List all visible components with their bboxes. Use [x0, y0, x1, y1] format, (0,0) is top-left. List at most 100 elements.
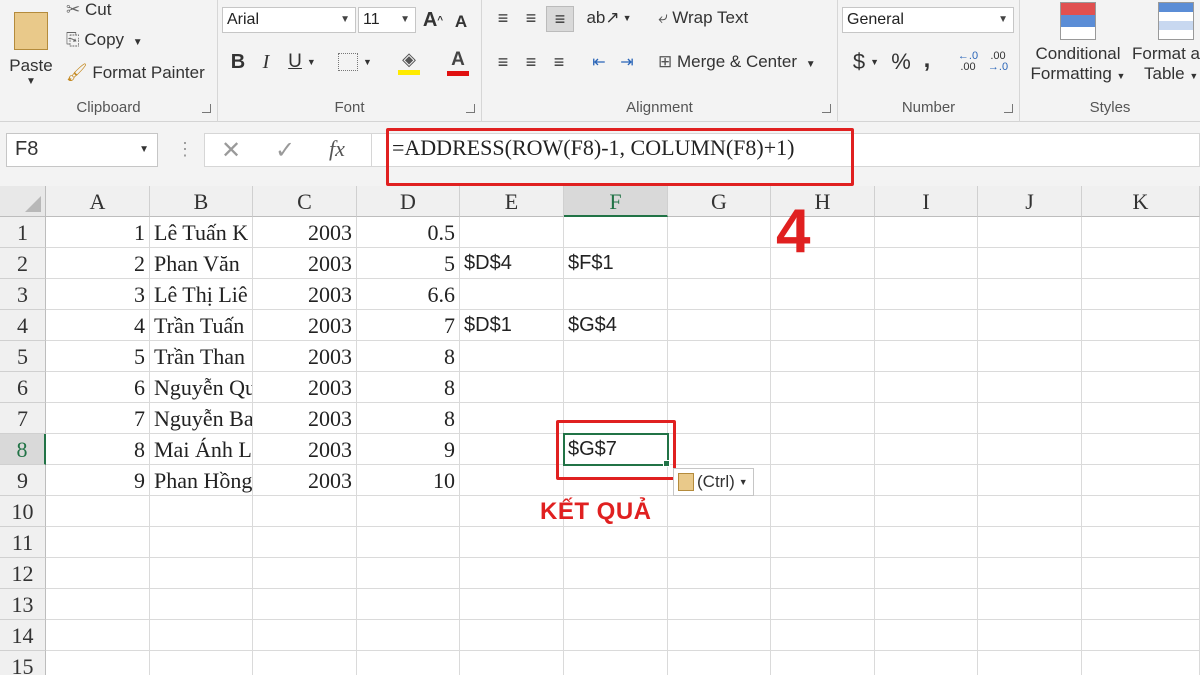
cell-j3[interactable] [978, 279, 1082, 310]
cell-h7[interactable] [771, 403, 875, 434]
cell-d1[interactable]: 0.5 [357, 217, 460, 248]
cell-k15[interactable] [1082, 651, 1200, 675]
cell-d15[interactable] [357, 651, 460, 675]
cell-k8[interactable] [1082, 434, 1200, 465]
dialog-launcher-icon[interactable] [466, 104, 475, 113]
cell-k7[interactable] [1082, 403, 1200, 434]
align-center-icon[interactable]: ≡ [518, 50, 544, 74]
row-header-2[interactable]: 2 [0, 248, 46, 279]
cell-e7[interactable] [460, 403, 564, 434]
cell-a9[interactable]: 9 [46, 465, 150, 496]
cell-b14[interactable] [150, 620, 253, 651]
cell-i7[interactable] [875, 403, 978, 434]
underline-button[interactable]: U ▼ [282, 48, 322, 76]
cell-h8[interactable] [771, 434, 875, 465]
cell-b4[interactable]: Trần Tuấn [150, 310, 253, 341]
cell-i12[interactable] [875, 558, 978, 589]
cell-i8[interactable] [875, 434, 978, 465]
cell-k11[interactable] [1082, 527, 1200, 558]
cell-j12[interactable] [978, 558, 1082, 589]
cell-a6[interactable]: 6 [46, 372, 150, 403]
row-header-8[interactable]: 8 [0, 434, 46, 465]
cell-g5[interactable] [668, 341, 771, 372]
cell-g12[interactable] [668, 558, 771, 589]
dialog-launcher-icon[interactable] [1004, 104, 1013, 113]
copy-button[interactable]: ⎘ Copy ▼ [66, 30, 143, 50]
cell-j14[interactable] [978, 620, 1082, 651]
cell-f15[interactable] [564, 651, 668, 675]
cell-a5[interactable]: 5 [46, 341, 150, 372]
cell-a10[interactable] [46, 496, 150, 527]
font-name-select[interactable]: Arial ▼ [222, 7, 356, 33]
cell-b13[interactable] [150, 589, 253, 620]
column-header-e[interactable]: E [460, 186, 564, 217]
cell-c9[interactable]: 2003 [253, 465, 357, 496]
cell-d11[interactable] [357, 527, 460, 558]
font-size-select[interactable]: 11 ▼ [358, 7, 416, 33]
cell-a11[interactable] [46, 527, 150, 558]
cell-g15[interactable] [668, 651, 771, 675]
column-header-k[interactable]: K [1082, 186, 1200, 217]
column-header-b[interactable]: B [150, 186, 253, 217]
row-header-10[interactable]: 10 [0, 496, 46, 527]
cell-d9[interactable]: 10 [357, 465, 460, 496]
column-header-d[interactable]: D [357, 186, 460, 217]
cell-e5[interactable] [460, 341, 564, 372]
cell-j10[interactable] [978, 496, 1082, 527]
cell-i15[interactable] [875, 651, 978, 675]
cell-f1[interactable] [564, 217, 668, 248]
merge-center-button[interactable]: ⊞ Merge & Center ▼ [658, 52, 816, 72]
cell-a12[interactable] [46, 558, 150, 589]
cell-h11[interactable] [771, 527, 875, 558]
cell-i4[interactable] [875, 310, 978, 341]
font-color-icon[interactable]: A [438, 46, 478, 78]
align-bottom-icon[interactable]: ≡ [546, 6, 574, 32]
cell-j8[interactable] [978, 434, 1082, 465]
cell-b6[interactable]: Nguyễn Qu [150, 372, 253, 403]
cell-h9[interactable] [771, 465, 875, 496]
increase-decimal-icon[interactable]: ←.0.00 [954, 48, 982, 76]
paste-button[interactable]: Paste ▼ [6, 0, 56, 96]
cell-j9[interactable] [978, 465, 1082, 496]
cell-k14[interactable] [1082, 620, 1200, 651]
cell-c7[interactable]: 2003 [253, 403, 357, 434]
cell-f4[interactable]: $G$4 [564, 310, 668, 341]
cell-f13[interactable] [564, 589, 668, 620]
cell-a3[interactable]: 3 [46, 279, 150, 310]
cell-j1[interactable] [978, 217, 1082, 248]
cell-b9[interactable]: Phan Hồng [150, 465, 253, 496]
increase-font-icon[interactable]: A ^ [420, 7, 446, 33]
cell-b5[interactable]: Trần Than [150, 341, 253, 372]
cell-g14[interactable] [668, 620, 771, 651]
cell-k3[interactable] [1082, 279, 1200, 310]
italic-button[interactable]: I [252, 48, 280, 76]
cell-g7[interactable] [668, 403, 771, 434]
align-top-icon[interactable]: ≡ [490, 6, 516, 30]
cell-e14[interactable] [460, 620, 564, 651]
cell-d6[interactable]: 8 [357, 372, 460, 403]
cell-b8[interactable]: Mai Ánh L [150, 434, 253, 465]
cell-i3[interactable] [875, 279, 978, 310]
row-header-12[interactable]: 12 [0, 558, 46, 589]
cell-k13[interactable] [1082, 589, 1200, 620]
cell-e6[interactable] [460, 372, 564, 403]
cell-a13[interactable] [46, 589, 150, 620]
cell-c15[interactable] [253, 651, 357, 675]
cell-c11[interactable] [253, 527, 357, 558]
paste-options-button[interactable]: (Ctrl) ▼ [673, 468, 754, 496]
cell-h14[interactable] [771, 620, 875, 651]
cell-b2[interactable]: Phan Văn [150, 248, 253, 279]
format-as-table-button[interactable]: Format a Table ▼ [1132, 0, 1200, 92]
cell-c5[interactable]: 2003 [253, 341, 357, 372]
more-options-icon[interactable]: ⋮ [176, 139, 194, 160]
cell-i5[interactable] [875, 341, 978, 372]
cell-d12[interactable] [357, 558, 460, 589]
row-header-14[interactable]: 14 [0, 620, 46, 651]
enter-icon[interactable]: ✓ [275, 136, 295, 165]
cell-e1[interactable] [460, 217, 564, 248]
conditional-formatting-button[interactable]: Conditional Formatting ▼ [1026, 0, 1130, 92]
cell-j6[interactable] [978, 372, 1082, 403]
cell-h3[interactable] [771, 279, 875, 310]
cell-k9[interactable] [1082, 465, 1200, 496]
decrease-decimal-icon[interactable]: .00 →.0 [984, 48, 1012, 76]
